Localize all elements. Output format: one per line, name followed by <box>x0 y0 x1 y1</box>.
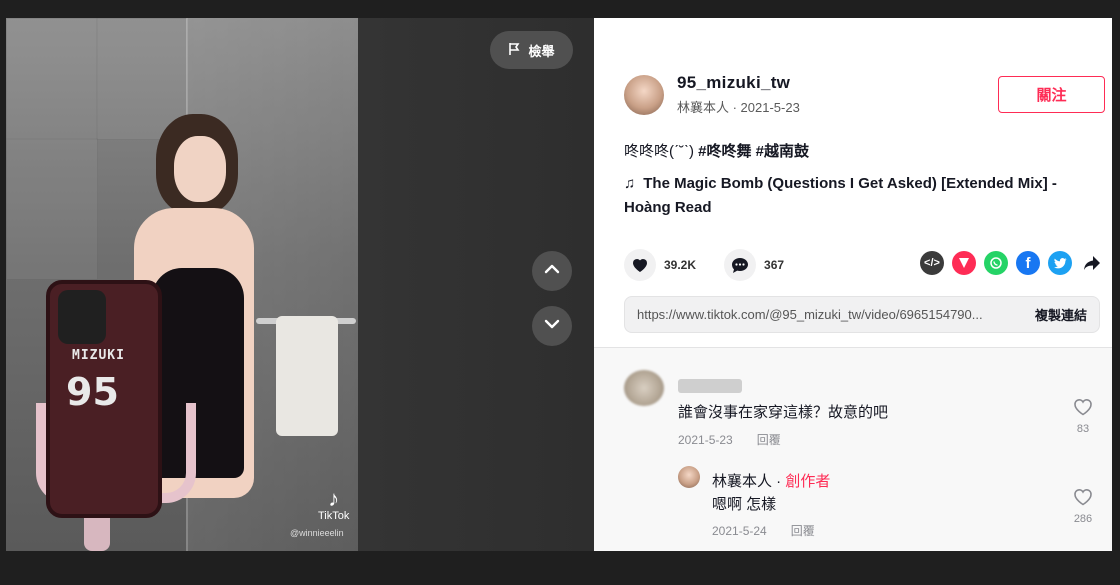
reply-meta: 2021-5-24 回覆 <box>712 522 815 539</box>
comment-count: 367 <box>764 258 785 272</box>
reply-date: 2021-5-24 <box>712 524 767 538</box>
commenter-avatar[interactable] <box>624 370 664 406</box>
author-username[interactable]: 95_mizuki_tw <box>677 73 800 93</box>
embed-icon[interactable]: </> <box>920 251 944 275</box>
like-count: 39.2K <box>664 258 697 272</box>
like-button[interactable]: 39.2K <box>624 249 696 281</box>
video-caption: 咚咚咚(ˊ˘ˋ) #咚咚舞 #越南鼓 <box>624 140 809 161</box>
video-url[interactable]: https://www.tiktok.com/@95_mizuki_tw/vid… <box>625 307 1021 322</box>
copy-link-button[interactable]: 複製連結 <box>1021 305 1099 324</box>
twitter-icon[interactable] <box>1048 251 1072 275</box>
reply-text: 嗯啊 怎樣 <box>712 496 777 513</box>
comment-icon <box>724 249 757 281</box>
heart-outline-icon <box>1068 488 1098 509</box>
tiktok-watermark: ♪ TikTok <box>318 486 350 523</box>
heart-icon <box>624 249 656 281</box>
previous-video-button[interactable] <box>532 251 572 291</box>
video-link-box: https://www.tiktok.com/@95_mizuki_tw/vid… <box>624 296 1100 333</box>
phone-camera <box>58 290 106 344</box>
report-label: 檢舉 <box>528 43 555 59</box>
share-row: </> f <box>920 251 1104 275</box>
heart-outline-icon <box>1068 398 1098 419</box>
commenter-name-redacted[interactable] <box>678 379 742 393</box>
author-info[interactable]: 95_mizuki_tw 林襄本人 · 2021-5-23 <box>624 73 800 116</box>
reply-reply-button[interactable]: 回覆 <box>791 524 815 538</box>
video-player[interactable]: MIZUKI 95 ♪ TikTok @winnieeelin <box>6 18 358 551</box>
reply-author-name[interactable]: 林襄本人 <box>712 473 772 490</box>
stats-row: 39.2K 367 <box>624 249 812 281</box>
creator-badge: 創作者 <box>785 473 831 490</box>
caption-text: 咚咚咚(ˊ˘ˋ) <box>624 143 694 160</box>
reply-like-count: 286 <box>1073 513 1093 525</box>
chevron-up-icon <box>543 260 561 283</box>
reply-like-button[interactable]: 286 <box>1068 488 1098 525</box>
author-meta: 95_mizuki_tw 林襄本人 · 2021-5-23 <box>677 73 800 116</box>
phone-case-number: 95 <box>66 370 119 414</box>
send-to-friend-icon[interactable] <box>952 251 976 275</box>
watermark-username: @winnieeelin <box>290 528 344 538</box>
share-arrow-icon[interactable] <box>1080 251 1104 275</box>
music-note-icon: ♫ <box>624 175 636 192</box>
reply-button[interactable]: 回覆 <box>757 433 781 447</box>
reply-author-separator: · <box>772 473 786 490</box>
caption-hashtags[interactable]: #咚咚舞 #越南鼓 <box>698 143 809 160</box>
comment-meta: 2021-5-23 回覆 <box>678 431 781 448</box>
avatar[interactable] <box>624 74 664 115</box>
reply-avatar[interactable] <box>678 466 700 488</box>
next-video-button[interactable] <box>532 306 572 346</box>
wall-tile <box>6 138 98 280</box>
comment-button[interactable]: 367 <box>724 249 784 281</box>
towel <box>276 316 338 436</box>
whatsapp-icon[interactable] <box>984 251 1008 275</box>
wall-tile <box>6 18 98 140</box>
person-face <box>174 136 226 202</box>
comment-text: 誰會沒事在家穿這樣？故意的吧 <box>678 404 889 421</box>
phone-case-name: MIZUKI <box>72 348 125 363</box>
comment-like-button[interactable]: 83 <box>1068 398 1098 435</box>
facebook-icon[interactable]: f <box>1016 251 1040 275</box>
author-nickname-date: 林襄本人 · 2021-5-23 <box>677 100 800 115</box>
comment-date: 2021-5-23 <box>678 433 733 447</box>
music-title: The Magic Bomb (Questions I Get Asked) [… <box>624 175 1057 216</box>
comment-list: 誰會沒事在家穿這樣？故意的吧 2021-5-23 回覆 83 林襄本人 · 創作者… <box>594 348 1112 551</box>
detail-panel: 95_mizuki_tw 林襄本人 · 2021-5-23 關注 咚咚咚(ˊ˘ˋ… <box>594 18 1112 551</box>
music-info[interactable]: ♫ The Magic Bomb (Questions I Get Asked) … <box>624 172 1094 220</box>
report-button[interactable]: 檢舉 <box>490 31 573 69</box>
reply-author: 林襄本人 · 創作者 <box>712 470 830 491</box>
video-stage: MIZUKI 95 ♪ TikTok @winnieeelin 檢舉 <box>6 18 594 551</box>
chevron-down-icon <box>543 315 561 338</box>
flag-icon <box>508 42 522 59</box>
tiktok-logo-icon: ♪ <box>328 486 340 511</box>
tiktok-watermark-brand: TikTok <box>318 510 350 522</box>
follow-button[interactable]: 關注 <box>998 76 1105 113</box>
comment-like-count: 83 <box>1076 423 1090 435</box>
